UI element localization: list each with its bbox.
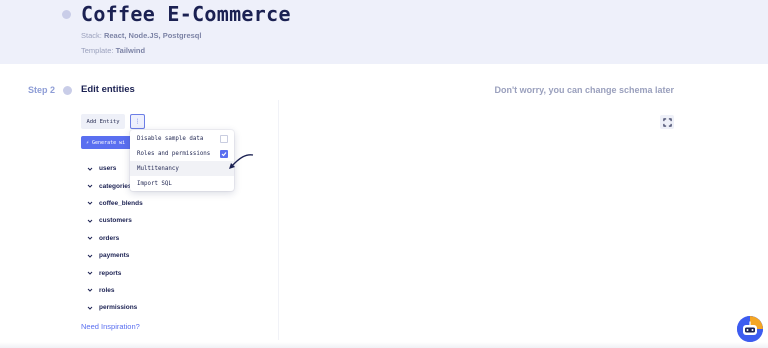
chevron-down-icon: [86, 304, 93, 311]
chevron-down-icon: [86, 165, 93, 172]
schema-hint: Don't worry, you can change schema later: [494, 85, 674, 95]
expand-button[interactable]: [660, 115, 674, 129]
stack-line: Stack: React, Node.JS, Postgresql: [81, 31, 202, 40]
add-entity-button[interactable]: Add Entity: [81, 114, 125, 129]
entity-item-customers[interactable]: customers: [86, 212, 266, 229]
entity-item-coffee_blends[interactable]: coffee_blends: [86, 195, 266, 212]
entity-name: roles: [99, 286, 115, 294]
entity-name: orders: [99, 234, 120, 242]
dropdown-item-import-sql[interactable]: Import SQL: [130, 176, 234, 191]
entity-item-orders[interactable]: orders: [86, 230, 266, 247]
generate-button[interactable]: ⚡ Generate wi: [81, 136, 133, 149]
entity-item-permissions[interactable]: permissions: [86, 299, 266, 316]
step-2-dot-icon: [63, 86, 72, 95]
stack-value: React, Node.JS, Postgresql: [103, 31, 202, 40]
project-title: Coffee E-Commerce: [81, 2, 291, 26]
template-value: Tailwind: [115, 46, 146, 55]
project-header: Coffee E-Commerce Stack: React, Node.JS,…: [0, 0, 768, 64]
options-dropdown: Disable sample data Roles and permissions…: [130, 130, 234, 191]
dropdown-item-disable-sample-data[interactable]: Disable sample data: [130, 131, 234, 146]
entity-name: reports: [99, 269, 122, 277]
chevron-down-icon: [86, 183, 93, 190]
option-checkbox[interactable]: [220, 134, 228, 143]
assistant-bot-button[interactable]: [737, 316, 763, 342]
entity-name: users: [99, 165, 117, 173]
dropdown-item-label: Multitenancy: [137, 165, 179, 172]
chevron-down-icon: [86, 270, 93, 277]
section-title: Edit entities: [81, 84, 135, 95]
dropdown-item-multitenancy[interactable]: Multitenancy: [130, 161, 234, 176]
need-inspiration-link[interactable]: Need Inspiration?: [81, 322, 140, 331]
dropdown-item-label: Roles and permissions: [137, 150, 211, 157]
entity-name: coffee_blends: [99, 199, 143, 207]
entity-name: payments: [99, 252, 130, 260]
chevron-down-icon: [86, 217, 93, 224]
chevron-down-icon: [86, 235, 93, 242]
entity-item-payments[interactable]: payments: [86, 247, 266, 264]
dropdown-item-roles-and-permissions[interactable]: Roles and permissions: [130, 146, 234, 161]
robot-assistant-icon: [737, 316, 763, 342]
entity-name: customers: [99, 217, 132, 225]
template-line: Template: Tailwind: [81, 46, 146, 55]
dropdown-item-label: Import SQL: [137, 180, 172, 187]
entity-name: categories: [99, 182, 132, 190]
entity-item-reports[interactable]: reports: [86, 264, 266, 281]
bottom-edge: [0, 342, 768, 348]
chevron-down-icon: [86, 200, 93, 207]
more-options-button[interactable]: ⋮: [130, 114, 145, 129]
chevron-down-icon: [86, 287, 93, 294]
chevron-down-icon: [86, 252, 93, 259]
entity-item-roles[interactable]: roles: [86, 282, 266, 299]
entity-name: permissions: [99, 304, 138, 312]
dropdown-item-label: Disable sample data: [137, 135, 204, 142]
annotation-arrow-icon: [229, 154, 254, 169]
step-label: Step 2: [28, 85, 56, 95]
expand-icon: [662, 117, 672, 127]
step-1-dot-icon: [62, 10, 71, 19]
panel-divider: [278, 100, 279, 340]
